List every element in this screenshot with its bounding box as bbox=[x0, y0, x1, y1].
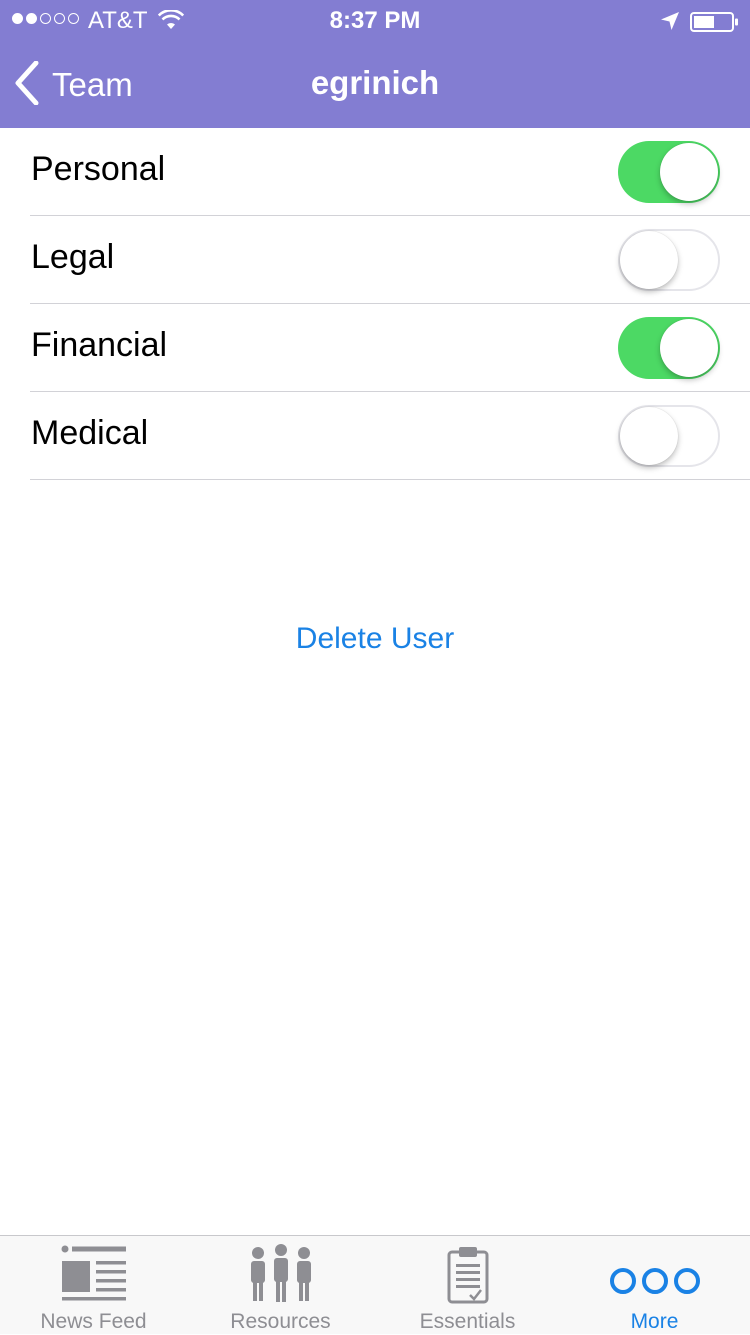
tab-label: Essentials bbox=[419, 1310, 516, 1333]
permission-row-medical: Medical bbox=[30, 392, 750, 480]
people-icon bbox=[248, 1244, 314, 1309]
tab-label: Resources bbox=[230, 1310, 331, 1333]
tab-label: News Feed bbox=[40, 1310, 147, 1333]
legal-toggle[interactable] bbox=[618, 229, 720, 291]
tab-news-feed[interactable]: News Feed bbox=[0, 1236, 187, 1335]
header: AT&T 8:37 PM Team egrinich bbox=[0, 0, 750, 128]
financial-toggle[interactable] bbox=[618, 317, 720, 379]
permission-row-financial: Financial bbox=[30, 304, 750, 392]
battery-icon bbox=[690, 11, 740, 39]
news-feed-icon bbox=[60, 1244, 128, 1311]
toggle-knob bbox=[660, 143, 718, 201]
personal-toggle[interactable] bbox=[618, 141, 720, 203]
permission-row-legal: Legal bbox=[30, 216, 750, 304]
page-title: egrinich bbox=[310, 64, 440, 101]
tab-label: More bbox=[630, 1310, 679, 1333]
toggle-knob bbox=[620, 407, 678, 465]
clipboard-icon bbox=[446, 1244, 490, 1311]
status-bar: AT&T 8:37 PM bbox=[0, 0, 750, 40]
tab-resources[interactable]: Resources bbox=[187, 1236, 374, 1335]
tab-more[interactable]: More bbox=[561, 1236, 748, 1335]
navigation-bar: Team egrinich bbox=[0, 40, 750, 128]
medical-toggle[interactable] bbox=[618, 405, 720, 467]
permission-label: Legal bbox=[31, 238, 115, 276]
more-icon bbox=[609, 1244, 701, 1311]
tab-essentials[interactable]: Essentials bbox=[374, 1236, 561, 1335]
tab-bar: News Feed Resources Essentials More bbox=[0, 1235, 750, 1334]
toggle-knob bbox=[620, 231, 678, 289]
toggle-knob bbox=[660, 319, 718, 377]
permissions-list: Personal Legal Financial Medical bbox=[0, 128, 750, 480]
status-time: 8:37 PM bbox=[329, 7, 421, 34]
location-arrow-icon bbox=[660, 10, 680, 38]
permission-label: Medical bbox=[31, 414, 149, 452]
permission-row-personal: Personal bbox=[30, 128, 750, 216]
permission-label: Personal bbox=[31, 150, 166, 188]
permission-label: Financial bbox=[31, 326, 168, 364]
delete-user-button[interactable]: Delete User bbox=[0, 622, 750, 656]
